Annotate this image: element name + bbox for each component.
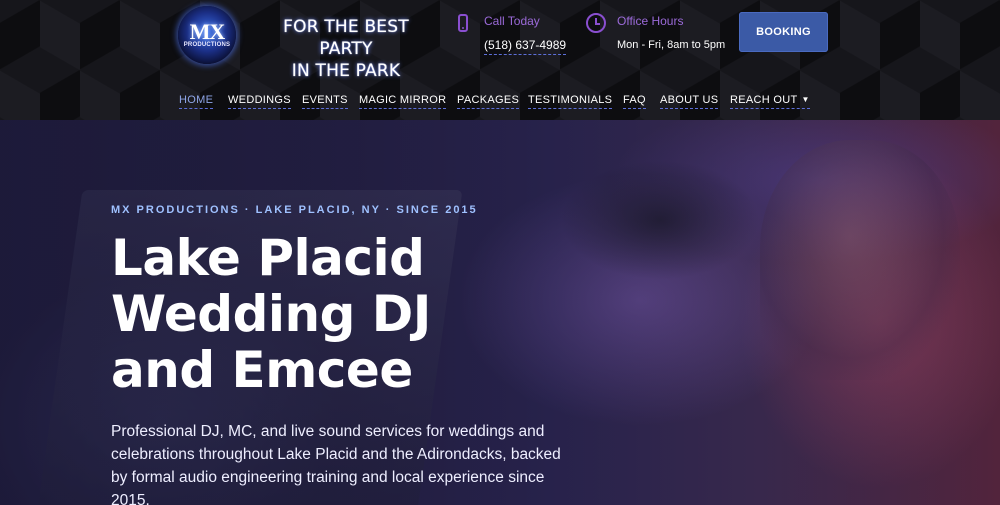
tagline: FOR THE BEST PARTY IN THE PARK: [255, 16, 437, 82]
nav-item-faq[interactable]: FAQ: [623, 94, 646, 109]
phone-icon: [458, 14, 468, 32]
chevron-down-icon: ▼: [801, 95, 810, 104]
site-header: MX PRODUCTIONS FOR THE BEST PARTY IN THE…: [0, 0, 1000, 121]
booking-button[interactable]: BOOKING: [739, 12, 828, 52]
office-hours-value: Mon - Fri, 8am to 5pm: [617, 39, 726, 51]
mx-productions-logo[interactable]: MX PRODUCTIONS: [178, 6, 236, 64]
hero-title-line-2: Wedding DJ: [111, 285, 431, 343]
hero-eyebrow: MX PRODUCTIONS · LAKE PLACID, NY · SINCE…: [111, 204, 478, 216]
hero-section: MX PRODUCTIONS · LAKE PLACID, NY · SINCE…: [0, 120, 1000, 505]
clock-icon: [586, 13, 606, 33]
logo-mark: MX: [189, 19, 226, 44]
nav-item-packages[interactable]: PACKAGES: [457, 94, 520, 109]
nav-item-testimonials[interactable]: TESTIMONIALS: [528, 94, 613, 109]
call-today-label: Call Today: [484, 14, 540, 28]
office-hours-label: Office Hours: [617, 14, 684, 28]
nav-item-weddings[interactable]: WEDDINGS: [228, 94, 291, 109]
hero-background-person: [760, 140, 960, 380]
nav-item-reach-out-label: REACH OUT: [730, 94, 798, 106]
nav-item-home[interactable]: HOME: [179, 94, 214, 109]
nav-item-reach-out[interactable]: REACH OUT ▼: [730, 94, 810, 109]
main-nav: HOME WEDDINGS EVENTS MAGIC MIRROR PACKAG…: [0, 94, 1000, 114]
hero-title-line-1: Lake Placid: [111, 229, 425, 287]
tagline-line-2: IN THE PARK: [291, 61, 401, 81]
phone-number-link[interactable]: (518) 637-4989: [484, 38, 567, 55]
nav-item-events[interactable]: EVENTS: [302, 94, 348, 109]
hero-description: Professional DJ, MC, and live sound serv…: [111, 423, 561, 505]
tagline-line-1: FOR THE BEST PARTY: [283, 17, 409, 59]
hero-title-line-3: and Emcee: [111, 341, 413, 399]
nav-item-magic-mirror[interactable]: MAGIC MIRROR: [359, 94, 447, 109]
nav-item-about-us[interactable]: ABOUT US: [660, 94, 719, 109]
logo-subtext: PRODUCTIONS: [183, 42, 231, 48]
hero-title: Lake Placid Wedding DJ and Emcee: [111, 230, 571, 398]
